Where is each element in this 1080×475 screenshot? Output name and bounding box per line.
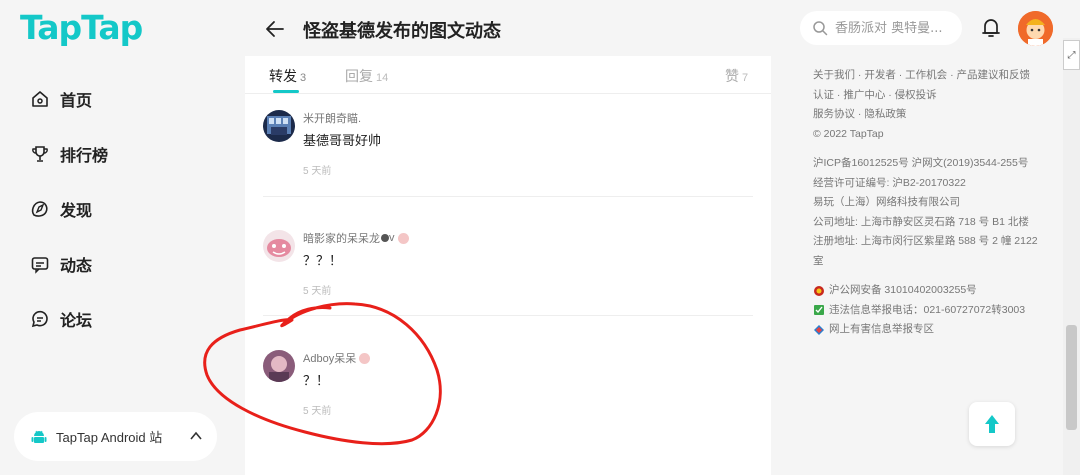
username-text: 暗影家的呆呆龙 — [303, 233, 380, 245]
tab-likes[interactable]: 赞7 — [725, 66, 748, 86]
footer-report-text: 违法信息举报电话：021-60727072转3003 — [829, 303, 1026, 316]
search-box[interactable] — [800, 11, 962, 45]
footer-report[interactable]: 违法信息举报电话：021-60727072转3003 — [813, 301, 1048, 321]
chevron-up-icon[interactable] — [189, 429, 203, 443]
verified-icon — [381, 234, 389, 242]
footer-icp[interactable]: 沪ICP备16012525号 沪网文(2019)3544-255号 — [813, 154, 1048, 174]
home-icon — [32, 91, 48, 107]
footer-police-text: 沪公网安备 31010402003255号 — [829, 284, 977, 296]
scroll-to-top-button[interactable] — [969, 402, 1015, 446]
main-panel: 转发 3 回复 14 赞7 米开朗奇瞄. 基德哥哥好帅 5 天前 暗影家的呆呆龙 v … — [245, 56, 771, 475]
sidebar-item-label: 发现 — [60, 201, 93, 220]
avatar[interactable] — [263, 110, 295, 142]
android-site-button[interactable]: TapTap Android 站 — [14, 412, 217, 461]
username-text: Adboy呆呆 — [303, 353, 357, 365]
footer-company: 易玩（上海）网络科技有限公司 — [813, 196, 960, 208]
android-site-label: TapTap Android 站 — [56, 430, 163, 445]
forum-icon — [31, 310, 48, 328]
sidebar-item-discover[interactable]: 发现 — [30, 194, 92, 224]
tab-count: 7 — [742, 72, 749, 84]
comment-text: ？！ — [303, 374, 330, 389]
trophy-icon — [32, 146, 48, 162]
sidebar-item-ranking[interactable]: 排行榜 — [30, 139, 108, 169]
police-badge-icon — [814, 285, 824, 296]
sidebar-item-label: 动态 — [60, 256, 93, 275]
tab-count: 3 — [300, 72, 307, 84]
site-footer: 关于我们 · 开发者 · 工作机会 · 产品建议和反馈 认证 · 推广中心 · … — [813, 66, 1048, 340]
tab-reposts[interactable]: 转发 3 — [269, 66, 306, 86]
sidebar-item-moments[interactable]: 动态 — [30, 249, 92, 279]
scrollbar-thumb[interactable] — [1066, 325, 1077, 430]
taptap-logo[interactable]: TapTap — [20, 8, 143, 47]
sidebar: TapTap 首页 排行榜 发现 动态 论坛 TapTap Android 站 — [0, 0, 245, 475]
user-avatar[interactable] — [1018, 11, 1053, 46]
footer-reg-address: 注册地址: 上海市闵行区紫星路 588 号 2 幢 2122 室 — [813, 235, 1038, 267]
footer-license[interactable]: 经营许可证编号: 沪B2-20170322 — [813, 174, 1048, 194]
compass-icon — [31, 201, 48, 217]
sidebar-item-label: 论坛 — [60, 311, 93, 330]
footer-harmful[interactable]: 网上有害信息举报专区 — [813, 320, 1048, 340]
tab-count: 14 — [376, 72, 389, 84]
divider — [263, 315, 753, 316]
footer-harmful-text: 网上有害信息举报专区 — [829, 323, 934, 335]
arrow-left-icon[interactable] — [264, 18, 286, 40]
search-icon — [813, 21, 828, 36]
avatar[interactable] — [263, 350, 295, 382]
page-title: 怪盗基德发布的图文动态 — [303, 21, 501, 42]
active-tab-indicator — [273, 90, 299, 93]
footer-links-3[interactable]: 服务协议 · 隐私政策 — [813, 105, 1048, 125]
footer-links[interactable]: 关于我们 · 开发者 · 工作机会 · 产品建议和反馈 — [813, 66, 1048, 86]
footer-police[interactable]: 沪公网安备 31010402003255号 — [813, 281, 1048, 301]
report-icon — [814, 305, 824, 316]
comment-time: 5 天前 — [303, 286, 332, 297]
harmful-info-icon — [814, 324, 824, 335]
comment-username[interactable]: 米开朗奇瞄. — [303, 110, 361, 126]
android-icon — [31, 430, 47, 443]
sidebar-item-home[interactable]: 首页 — [30, 84, 92, 114]
level-badge-icon — [397, 232, 409, 244]
level-badge-icon — [359, 352, 371, 364]
tab-label: 转发 — [269, 68, 297, 84]
sidebar-item-label: 排行榜 — [60, 146, 109, 165]
comment-text: 基德哥哥好帅 — [303, 134, 382, 149]
sidebar-item-forum[interactable]: 论坛 — [30, 304, 92, 334]
tab-bar: 转发 3 回复 14 赞7 — [245, 56, 771, 94]
comment-username[interactable]: Adboy呆呆 — [303, 350, 371, 366]
sidebar-item-label: 首页 — [60, 91, 93, 110]
comment-text: ？？！ — [303, 254, 343, 269]
message-icon — [31, 257, 49, 274]
search-input[interactable] — [835, 20, 955, 36]
arrow-up-icon — [985, 415, 999, 433]
username-suffix: v — [389, 232, 395, 244]
comment-time: 5 天前 — [303, 406, 332, 417]
footer-address: 公司地址: 上海市静安区灵石路 718 号 B1 北楼 — [813, 215, 1029, 228]
avatar[interactable] — [263, 230, 295, 262]
comment-username[interactable]: 暗影家的呆呆龙 v — [303, 230, 409, 246]
tab-replies[interactable]: 回复 14 — [345, 66, 388, 86]
footer-copyright: © 2022 TapTap — [813, 127, 884, 140]
divider — [263, 196, 753, 197]
comment-time: 5 天前 — [303, 166, 332, 177]
scrollbar-expand-icon[interactable]: ⤢ — [1063, 40, 1080, 70]
footer-links-2[interactable]: 认证 · 推广中心 · 侵权投诉 — [813, 86, 1048, 106]
tab-label: 赞 — [725, 68, 739, 84]
username-text: 米开朗奇瞄. — [303, 113, 362, 125]
bell-icon[interactable] — [980, 16, 1002, 40]
tab-label: 回复 — [345, 68, 373, 84]
